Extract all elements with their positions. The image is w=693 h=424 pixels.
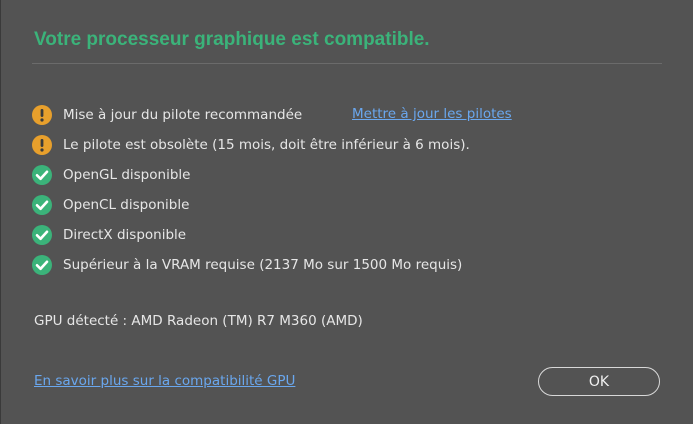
check-row-opengl: OpenGL disponible — [32, 164, 190, 186]
check-label: OpenCL disponible — [63, 197, 190, 213]
ok-button[interactable]: OK — [538, 367, 660, 396]
dialog-title: Votre processeur graphique est compatibl… — [34, 29, 430, 50]
warning-icon — [32, 135, 52, 155]
update-drivers-link[interactable]: Mettre à jour les pilotes — [352, 106, 512, 122]
ok-button-label: OK — [588, 373, 610, 390]
title-divider — [32, 63, 662, 64]
check-label: Le pilote est obsolète (15 mois, doit êt… — [63, 137, 470, 153]
gpu-compatibility-dialog: Votre processeur graphique est compatibl… — [0, 0, 693, 424]
check-row-driver-update: Mise à jour du pilote recommandée — [32, 104, 302, 126]
check-label: Mise à jour du pilote recommandée — [63, 107, 303, 123]
window-edge — [0, 0, 1, 424]
check-row-opencl: OpenCL disponible — [32, 194, 189, 216]
gpu-detected-text: GPU détecté : AMD Radeon (TM) R7 M360 (A… — [34, 313, 363, 329]
checkmark-icon — [32, 195, 52, 215]
check-row-vram: Supérieur à la VRAM requise (2137 Mo sur… — [32, 254, 462, 276]
warning-icon — [32, 105, 52, 125]
check-row-driver-outdated: Le pilote est obsolète (15 mois, doit êt… — [32, 134, 470, 156]
check-label: DirectX disponible — [63, 227, 187, 243]
learn-more-link[interactable]: En savoir plus sur la compatibilité GPU — [34, 373, 295, 389]
check-row-directx: DirectX disponible — [32, 224, 186, 246]
checkmark-icon — [32, 165, 52, 185]
check-label: OpenGL disponible — [63, 167, 191, 183]
check-label: Supérieur à la VRAM requise (2137 Mo sur… — [63, 257, 463, 273]
checkmark-icon — [32, 225, 52, 245]
checkmark-icon — [32, 255, 52, 275]
